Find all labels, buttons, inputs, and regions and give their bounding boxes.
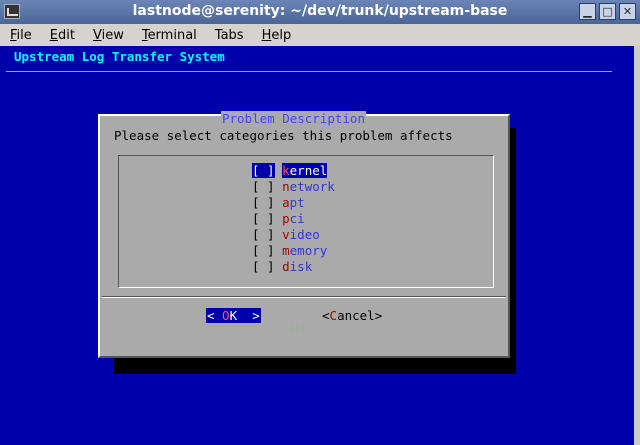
checkbox[interactable]: [ ] [252,211,275,226]
checkbox[interactable]: [ ] [252,227,275,242]
minimize-button[interactable]: ▁ [579,3,596,20]
dialog-title: Problem Description [221,111,366,126]
ok-button[interactable]: < OK > [206,308,261,323]
checklist-item-pci[interactable]: [ ] pci [252,211,305,227]
menubar: File Edit View Terminal Tabs Help [0,24,640,46]
checkbox[interactable]: [ ] [252,195,275,210]
dialog-prompt: Please select categories this problem af… [114,128,453,143]
menu-help[interactable]: Help [252,28,300,43]
category-checklist[interactable]: [ ] kernel [ ] network [ ] apt [ ] pci [… [118,155,494,334]
menu-file[interactable]: File [0,28,40,43]
checkbox[interactable]: [ ] [252,243,275,258]
menu-edit[interactable]: Edit [40,28,83,43]
checklist-item-video[interactable]: [ ] video [252,227,320,243]
checkbox[interactable]: [ ] [252,259,275,274]
close-button[interactable]: ✕ [619,3,636,20]
menu-view[interactable]: View [83,28,132,43]
checklist-item-apt[interactable]: [ ] apt [252,195,305,211]
window-title: lastnode@serenity: ~/dev/trunk/upstream-… [132,3,508,19]
scroll-indicator: (+) [289,325,317,334]
checkbox[interactable]: [ ] [252,179,275,194]
cancel-button[interactable]: <Cancel> [322,308,382,323]
checklist-item-disk[interactable]: [ ] disk [252,259,312,275]
checklist-item-kernel[interactable]: [ ] kernel [252,163,328,179]
problem-dialog: Problem Description Please select catego… [98,111,510,358]
menu-terminal[interactable]: Terminal [132,28,205,43]
backtitle-divider [6,71,612,72]
terminal-area[interactable]: Upstream Log Transfer System Problem Des… [0,46,634,445]
maximize-button[interactable]: □ [599,3,616,20]
checklist-item-network[interactable]: [ ] network [252,179,335,195]
terminal-scrollbar[interactable] [634,46,640,445]
window-controls: ▁ □ ✕ [579,3,636,20]
window-titlebar[interactable]: lastnode@serenity: ~/dev/trunk/upstream-… [0,0,640,24]
checklist-item-memory[interactable]: [ ] memory [252,243,327,259]
backtitle: Upstream Log Transfer System [14,49,225,64]
checkbox[interactable]: [ ] [252,163,275,178]
button-divider [102,296,506,298]
menu-tabs[interactable]: Tabs [205,28,252,43]
